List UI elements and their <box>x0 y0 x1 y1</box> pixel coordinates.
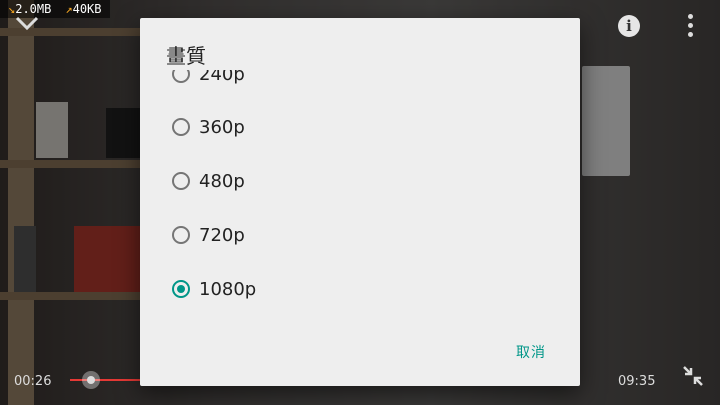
option-label: 480p <box>199 170 245 192</box>
upload-arrow-icon: ↗ <box>65 2 73 16</box>
elapsed-time: 00:26 <box>14 374 52 389</box>
option-240p[interactable]: 240p <box>172 70 245 89</box>
cancel-button[interactable]: 取消 <box>516 342 546 362</box>
radio-icon[interactable] <box>172 172 190 190</box>
upload-value: 40KB <box>72 2 102 16</box>
seek-progress[interactable] <box>70 379 140 381</box>
info-icon[interactable]: i <box>618 15 640 37</box>
option-720p[interactable]: 720p <box>172 220 245 250</box>
option-480p[interactable]: 480p <box>172 166 245 196</box>
option-label: 240p <box>199 70 245 85</box>
radio-icon[interactable] <box>172 70 190 83</box>
option-1080p[interactable]: 1080p <box>172 274 256 304</box>
quality-options-list[interactable]: 240p 360p 480p 720p 1080p <box>140 70 580 326</box>
option-label: 720p <box>199 224 245 246</box>
radio-selected-icon[interactable] <box>172 280 190 298</box>
fullscreen-exit-icon[interactable] <box>680 363 706 395</box>
option-label: 1080p <box>199 278 257 300</box>
radio-icon[interactable] <box>172 118 190 136</box>
option-label: 360p <box>199 116 245 138</box>
upload-indicator: ↗40KB <box>65 2 101 16</box>
more-vert-icon[interactable] <box>688 14 694 37</box>
quality-dialog: 畫質 240p 360p 480p 720p 1080p 取消 <box>140 18 580 386</box>
radio-icon[interactable] <box>172 226 190 244</box>
option-360p[interactable]: 360p <box>172 112 245 142</box>
seek-thumb[interactable] <box>82 371 100 389</box>
dialog-title: 畫質 <box>166 44 206 68</box>
duration-time: 09:35 <box>618 374 656 389</box>
chevron-down-icon[interactable] <box>14 12 40 36</box>
